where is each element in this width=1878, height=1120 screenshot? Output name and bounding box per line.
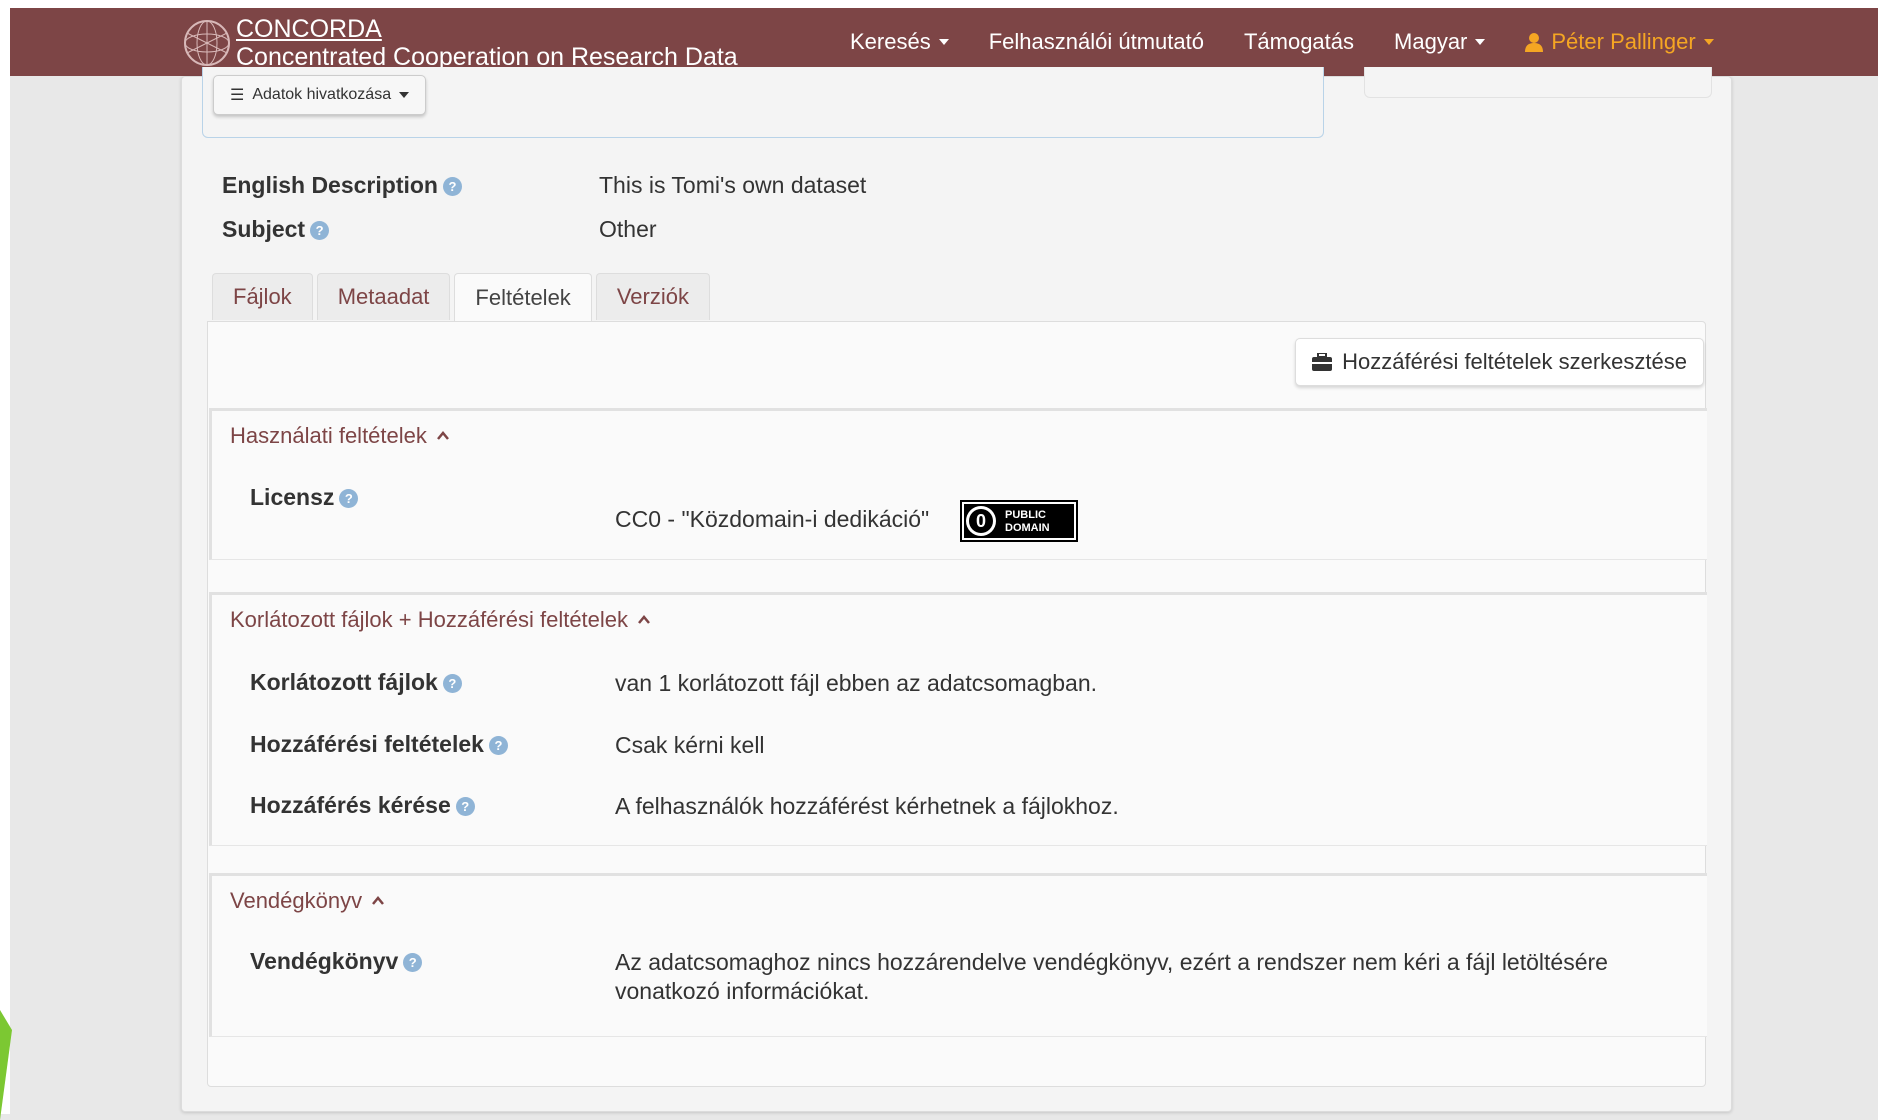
decorative-green-shape <box>0 1010 12 1120</box>
tab-versions[interactable]: Verziók <box>595 273 710 320</box>
section-guestbook-toggle[interactable]: Vendégkönyv <box>212 876 1707 926</box>
metadata-label: Subject <box>222 216 306 242</box>
help-icon[interactable]: ? <box>442 177 462 196</box>
row-label: Korlátozott fájlok <box>250 669 438 695</box>
guestbook-label: Vendégkönyv <box>250 948 399 974</box>
brand-name[interactable]: CONCORDA <box>236 15 738 43</box>
caret-down-icon <box>1475 39 1486 45</box>
globe-logo-icon <box>184 20 230 66</box>
citation-box: ☰ Adatok hivatkozása <box>202 67 1324 138</box>
restricted-row: Hozzáférés kérése? A felhasználók hozzáf… <box>250 792 1119 821</box>
nav-user-name: Péter Pallinger <box>1551 29 1696 54</box>
section-title: Korlátozott fájlok + Hozzáférési feltéte… <box>230 607 629 632</box>
nav-support-link[interactable]: Támogatás <box>1244 29 1354 55</box>
nav-search-dropdown[interactable]: Keresés <box>850 29 949 55</box>
section-guestbook: Vendégkönyv Vendégkönyv? Az adatcsomagho… <box>209 873 1707 1037</box>
license-value: CC0 - "Közdomain-i dedikáció" <box>615 506 930 533</box>
list-icon: ☰ <box>230 87 245 104</box>
window-top-edge <box>0 0 1878 8</box>
help-icon[interactable]: ? <box>403 953 423 972</box>
section-title: Vendégkönyv <box>230 888 363 913</box>
nav-language-label: Magyar <box>1394 29 1468 54</box>
caret-down-icon <box>1703 39 1714 45</box>
nav-user-dropdown[interactable]: Péter Pallinger <box>1525 29 1714 55</box>
top-navbar: CONCORDA Concentrated Cooperation on Res… <box>10 8 1878 76</box>
section-restricted-files: Korlátozott fájlok + Hozzáférési feltéte… <box>209 592 1707 846</box>
nav-menu: Keresés Felhasználói útmutató Támogatás … <box>850 8 1754 76</box>
terms-tab-content: Hozzáférési feltételek szerkesztése Hasz… <box>207 321 1707 1087</box>
cite-data-label: Adatok hivatkozása <box>252 86 392 103</box>
nav-user-guide-label: Felhasználói útmutató <box>988 29 1204 54</box>
chevron-up-icon <box>638 615 650 624</box>
side-info-box <box>1364 67 1712 98</box>
tab-files[interactable]: Fájlok <box>212 273 313 320</box>
badge-text-line1: PUBLIC <box>1005 509 1046 521</box>
metadata-value: Other <box>599 216 657 242</box>
nav-search-label: Keresés <box>850 29 931 54</box>
section-usage-terms: Használati feltételek Licensz? CC0 - "Kö… <box>209 408 1707 560</box>
nav-support-label: Támogatás <box>1243 29 1355 54</box>
license-row: Licensz? CC0 - "Közdomain-i dedikáció" 0… <box>250 484 1078 542</box>
restricted-row: Hozzáférési feltételek? Csak kérni kell <box>250 731 765 760</box>
metadata-value: This is Tomi's own dataset <box>599 172 867 198</box>
license-label: Licensz <box>250 484 335 510</box>
cc-zero-symbol: 0 <box>976 511 986 531</box>
row-label: Hozzáférés kérése <box>250 792 451 818</box>
user-icon <box>1525 33 1544 52</box>
cc-zero-icon: 0 PUBLIC DOMAIN <box>959 500 1078 542</box>
restricted-row: Korlátozott fájlok? van 1 korlátozott fá… <box>250 669 1097 698</box>
chevron-up-icon <box>372 896 385 905</box>
caret-down-icon <box>938 39 949 45</box>
brand[interactable]: CONCORDA Concentrated Cooperation on Res… <box>182 15 738 71</box>
row-label: Hozzáférési feltételek <box>250 731 484 757</box>
dataset-tabs: Fájlok Metaadat Feltételek Verziók <box>212 273 714 322</box>
guestbook-value: Az adatcsomaghoz nincs hozzárendelve ven… <box>615 949 1608 1004</box>
nav-language-dropdown[interactable]: Magyar <box>1394 29 1486 55</box>
help-icon[interactable]: ? <box>442 674 462 693</box>
row-value: Csak kérni kell <box>615 732 765 758</box>
section-usage-terms-toggle[interactable]: Használati feltételek <box>212 411 1707 461</box>
help-icon[interactable]: ? <box>339 489 359 508</box>
nav-user-guide-link[interactable]: Felhasználói útmutató <box>989 29 1204 55</box>
help-icon[interactable]: ? <box>310 221 330 240</box>
metadata-row-subject: Subject? Other <box>222 216 657 243</box>
section-title: Használati feltételek <box>230 423 427 448</box>
cite-data-button[interactable]: ☰ Adatok hivatkozása <box>213 75 427 115</box>
edit-access-terms-label: Hozzáférési feltételek szerkesztése <box>1342 349 1687 374</box>
section-restricted-files-toggle[interactable]: Korlátozott fájlok + Hozzáférési feltéte… <box>212 595 1707 645</box>
help-icon[interactable]: ? <box>488 736 508 755</box>
row-value: van 1 korlátozott fájl ebben az adatcsom… <box>615 670 1098 696</box>
chevron-up-icon <box>436 431 449 440</box>
edit-access-terms-button[interactable]: Hozzáférési feltételek szerkesztése <box>1295 338 1704 386</box>
public-domain-badge[interactable]: 0 PUBLIC DOMAIN <box>959 500 1078 542</box>
tab-metadata[interactable]: Metaadat <box>316 273 451 320</box>
slide-left-margin <box>0 0 10 1114</box>
tab-terms[interactable]: Feltételek <box>454 273 592 322</box>
badge-text-line2: DOMAIN <box>1005 522 1050 534</box>
row-value: A felhasználók hozzáférést kérhetnek a f… <box>615 793 1119 819</box>
guestbook-row: Vendégkönyv? Az adatcsomaghoz nincs hozz… <box>250 948 1675 1006</box>
metadata-label: English Description <box>222 172 438 198</box>
briefcase-icon <box>1312 353 1333 371</box>
help-icon[interactable]: ? <box>455 797 475 816</box>
dataset-panel: ☰ Adatok hivatkozása English Description… <box>181 67 1732 1112</box>
metadata-row-description: English Description? This is Tomi's own … <box>222 172 866 199</box>
caret-down-icon <box>399 92 410 98</box>
